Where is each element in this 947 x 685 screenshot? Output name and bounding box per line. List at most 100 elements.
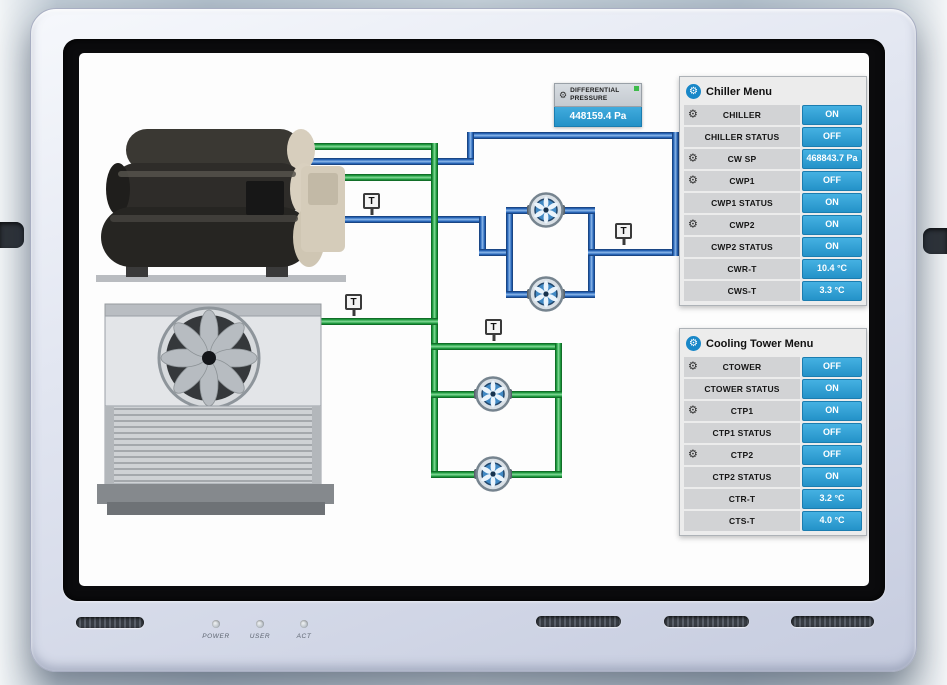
side-vent-left <box>0 222 24 248</box>
row-label: CW SP <box>684 149 800 169</box>
menu-row-ctr-t: CTR-T 3.2 °C <box>684 489 862 509</box>
menu-row-ctower: ⚙ CTOWER OFF <box>684 357 862 377</box>
gear-icon[interactable]: ⚙ <box>688 220 698 231</box>
row-value-button[interactable]: 3.2 °C <box>802 489 862 509</box>
row-label: CTOWER <box>684 357 800 377</box>
status-indicator-dot <box>634 86 639 91</box>
menu-row-cw-sp: ⚙ CW SP 468843.7 Pa <box>684 149 862 169</box>
menu-row-ctp1-status: CTP1 STATUS OFF <box>684 423 862 443</box>
menu-row-ctp1: ⚙ CTP1 ON <box>684 401 862 421</box>
chiller-image <box>96 111 351 296</box>
pipe-chilled-pumploop-left <box>506 207 513 298</box>
menu-row-cwp1-status: CWP1 STATUS ON <box>684 193 862 213</box>
user-led: USER <box>243 620 277 640</box>
side-vent-right <box>923 228 947 254</box>
row-value-button[interactable]: ON <box>802 215 862 235</box>
menu-icon: ⚙ <box>686 336 701 351</box>
temp-sensor-tower-supply: T <box>485 319 502 335</box>
pump-cwp1[interactable] <box>527 191 565 229</box>
panel-title: Cooling Tower Menu <box>706 338 813 350</box>
cooling-tower-image <box>97 296 334 521</box>
temp-sensor-chilled-return: T <box>363 193 380 209</box>
cooling-tower-menu-panel: ⚙ Cooling Tower Menu ⚙ CTOWER OFF CTOWER… <box>679 328 867 536</box>
row-value-button[interactable]: ON <box>802 105 862 125</box>
pipe-chilled-riser-right <box>672 132 679 256</box>
dp-title-line2: PRESSURE <box>570 95 607 102</box>
row-value-button[interactable]: ON <box>802 379 862 399</box>
pipe-chilled-pumploop-outlet <box>588 249 679 256</box>
row-value-button[interactable]: ON <box>802 401 862 421</box>
menu-row-cws-t: CWS-T 3.3 °C <box>684 281 862 301</box>
row-value-button[interactable]: OFF <box>802 445 862 465</box>
chiller-menu-header: ⚙ Chiller Menu <box>684 80 862 103</box>
pipe-condenser-main-riser <box>431 143 438 478</box>
cooling-tower-menu-header: ⚙ Cooling Tower Menu <box>684 332 862 355</box>
gear-icon[interactable]: ⚙ <box>688 154 698 165</box>
row-value-button[interactable]: 10.4 °C <box>802 259 862 279</box>
row-value-button[interactable]: 4.0 °C <box>802 511 862 531</box>
act-led-dot <box>300 620 308 628</box>
gear-icon[interactable]: ⚙ <box>688 110 698 121</box>
menu-row-ctower-status: CTOWER STATUS ON <box>684 379 862 399</box>
row-value-button[interactable]: OFF <box>802 357 862 377</box>
pipe-condenser-cross-header <box>431 343 562 350</box>
gear-icon[interactable]: ⚙ <box>688 176 698 187</box>
row-label: CTP2 <box>684 445 800 465</box>
differential-pressure-value: 448159.4 Pa <box>554 107 642 127</box>
speaker-grille <box>536 616 621 627</box>
row-value-button[interactable]: OFF <box>802 127 862 147</box>
row-value-button[interactable]: ON <box>802 467 862 487</box>
chiller-menu-panel: ⚙ Chiller Menu ⚙ CHILLER ON CHILLER STAT… <box>679 76 867 306</box>
pump-ctp1[interactable] <box>474 375 512 413</box>
row-label: CWP2 STATUS <box>684 237 800 257</box>
user-led-label: USER <box>250 633 270 640</box>
menu-icon: ⚙ <box>686 84 701 99</box>
row-value-button[interactable]: OFF <box>802 423 862 443</box>
hmi-screen: T T T T ⚙ DIFFERENTIAL PRESSURE 448159.4… <box>79 53 869 586</box>
power-led: POWER <box>199 620 233 640</box>
menu-row-cwp1: ⚙ CWP1 OFF <box>684 171 862 191</box>
pipe-condenser-pumploop-right <box>555 343 562 478</box>
speaker-grille <box>664 616 749 627</box>
row-label: CWP2 <box>684 215 800 235</box>
menu-row-cwp2-status: CWP2 STATUS ON <box>684 237 862 257</box>
row-label: CTOWER STATUS <box>684 379 800 399</box>
differential-pressure-display: ⚙ DIFFERENTIAL PRESSURE 448159.4 Pa <box>554 83 642 127</box>
power-led-dot <box>212 620 220 628</box>
row-label: CHILLER <box>684 105 800 125</box>
pump-ctp2[interactable] <box>474 455 512 493</box>
row-label: CTP1 <box>684 401 800 421</box>
dp-title-line1: DIFFERENTIAL <box>570 87 619 94</box>
panel-pc-device: T T T T ⚙ DIFFERENTIAL PRESSURE 448159.4… <box>30 8 917 672</box>
row-value-button[interactable]: 3.3 °C <box>802 281 862 301</box>
act-led: ACT <box>287 620 321 640</box>
gear-icon[interactable]: ⚙ <box>559 91 567 100</box>
pump-cwp2[interactable] <box>527 275 565 313</box>
menu-row-cwr-t: CWR-T 10.4 °C <box>684 259 862 279</box>
row-label: CTP2 STATUS <box>684 467 800 487</box>
row-label: CWR-T <box>684 259 800 279</box>
pipe-chilled-top-header <box>467 132 679 139</box>
row-label: CTS-T <box>684 511 800 531</box>
status-led-group: POWER USER ACT <box>199 620 321 640</box>
menu-row-cwp2: ⚙ CWP2 ON <box>684 215 862 235</box>
gear-icon[interactable]: ⚙ <box>688 406 698 417</box>
speaker-grille <box>76 617 144 628</box>
row-value-button[interactable]: 468843.7 Pa <box>802 149 862 169</box>
menu-row-chiller-status: CHILLER STATUS OFF <box>684 127 862 147</box>
differential-pressure-title: DIFFERENTIAL PRESSURE <box>570 87 619 103</box>
power-led-label: POWER <box>202 633 230 640</box>
speaker-grille <box>791 616 874 627</box>
row-value-button[interactable]: ON <box>802 193 862 213</box>
menu-row-ctp2-status: CTP2 STATUS ON <box>684 467 862 487</box>
temp-sensor-tower-return: T <box>345 294 362 310</box>
act-led-label: ACT <box>297 633 312 640</box>
gear-icon[interactable]: ⚙ <box>688 450 698 461</box>
gear-icon[interactable]: ⚙ <box>688 362 698 373</box>
differential-pressure-header: ⚙ DIFFERENTIAL PRESSURE <box>554 83 642 107</box>
row-label: CHILLER STATUS <box>684 127 800 147</box>
row-value-button[interactable]: ON <box>802 237 862 257</box>
screen-bezel: T T T T ⚙ DIFFERENTIAL PRESSURE 448159.4… <box>63 39 885 601</box>
row-value-button[interactable]: OFF <box>802 171 862 191</box>
row-label: CTR-T <box>684 489 800 509</box>
